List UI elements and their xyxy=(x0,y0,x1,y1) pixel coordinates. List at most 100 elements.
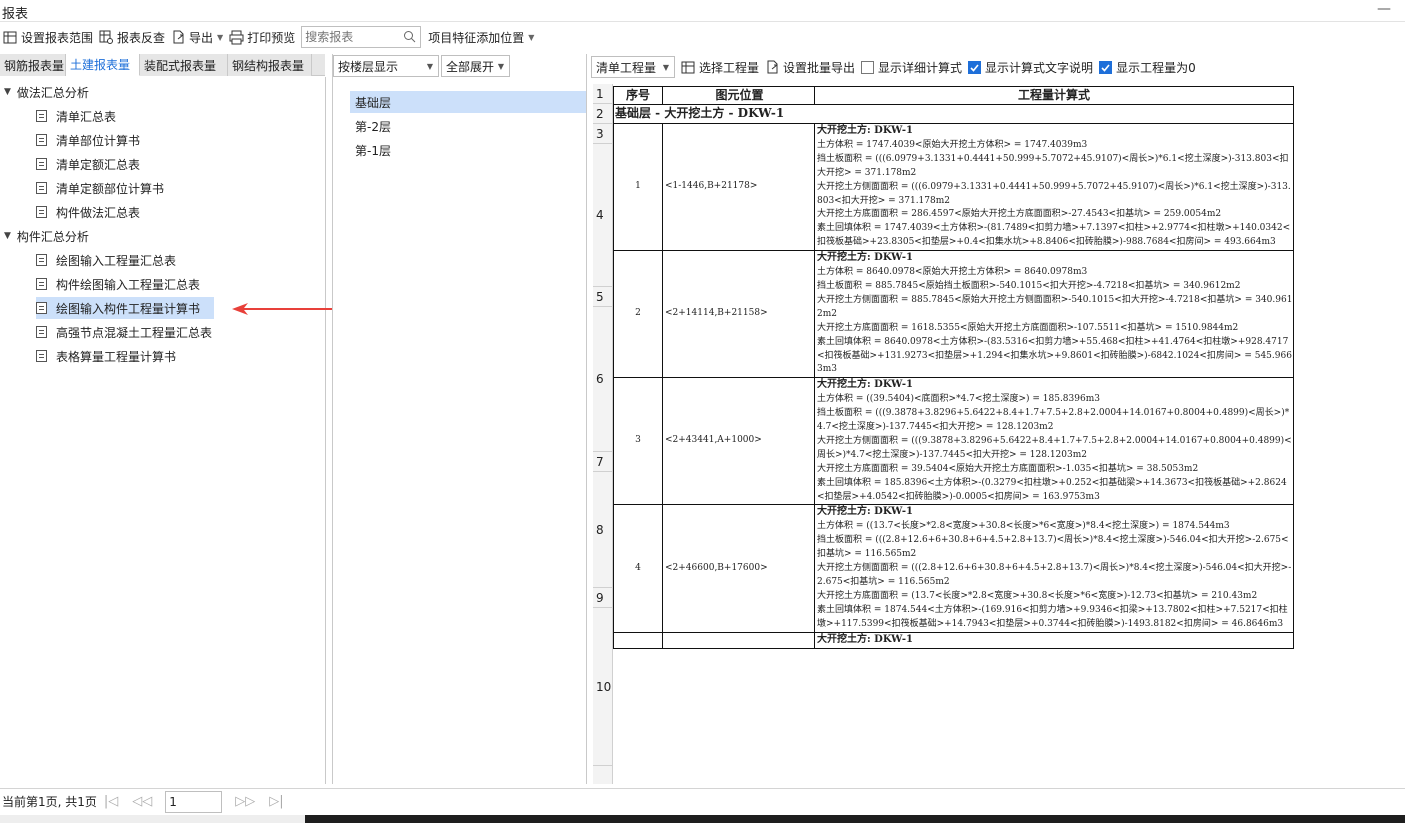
formula-title: 大开挖土方: DKW-1 xyxy=(817,125,913,136)
tree-item-label: 构件绘图输入工程量汇总表 xyxy=(56,277,201,292)
floor-item-b1[interactable]: 第-1层 xyxy=(350,139,586,161)
chevron-down-icon: ▼ xyxy=(217,32,224,42)
show-detail-checkbox[interactable]: 显示详细计算式 xyxy=(861,56,962,78)
tree-item-high-strength-node-summary[interactable]: 高强节点混凝土工程量汇总表 xyxy=(36,321,226,343)
tree-item-label: 清单定额汇总表 xyxy=(56,157,141,172)
tree-group-label: 做法汇总分析 xyxy=(16,85,89,100)
tree-item-drawing-qty-summary[interactable]: 绘图输入工程量汇总表 xyxy=(36,249,190,271)
tab-rebar-report[interactable]: 钢筋报表量 xyxy=(0,54,66,76)
chevron-down-icon: ▼ xyxy=(497,61,504,71)
row-number: 4 xyxy=(593,144,612,287)
expand-triangle-icon[interactable]: ▼ xyxy=(4,87,11,97)
search-icon[interactable] xyxy=(403,30,416,46)
cell-seq xyxy=(613,631,663,649)
document-icon xyxy=(36,350,47,362)
floor-item-b2[interactable]: 第-2层 xyxy=(350,115,586,137)
report-tree: ▼ 做法汇总分析 清单汇总表 清单部位计算书 清单定额汇总表 清单定额部位计算书… xyxy=(0,77,326,784)
formula-title: 大开挖土方: DKW-1 xyxy=(817,379,913,391)
tree-item-table-qty-calc[interactable]: 表格算量工程量计算书 xyxy=(36,345,190,367)
page-number-input[interactable]: 1 xyxy=(165,790,223,813)
formula-text: 土方体积 = 1747.4039<原始大开挖土方体积> = 1747.4039m… xyxy=(817,139,1291,248)
checkbox-unchecked[interactable] xyxy=(861,60,875,74)
row-number: 3 xyxy=(593,124,612,144)
tab-prefab-report[interactable]: 装配式报表量 xyxy=(140,54,228,76)
page-status-text: 当前第1页, 共1页 xyxy=(2,795,97,809)
report-table: 序号 图元位置 工程量计算式 基础层 - 大开挖土方 - DKW-1 1 <1-1… xyxy=(613,86,1294,649)
tree-item-label: 高强节点混凝土工程量汇总表 xyxy=(56,325,213,340)
tree-item-label: 表格算量工程量计算书 xyxy=(56,349,177,364)
column-header-position: 图元位置 xyxy=(662,86,815,105)
export-button[interactable]: 导出 ▼ xyxy=(168,25,226,49)
tab-civil-report[interactable]: 土建报表量 xyxy=(66,54,140,76)
first-page-icon[interactable]: |◁ xyxy=(104,794,118,809)
row-number: 10 xyxy=(593,608,612,766)
cell-formula: 大开挖土方: DKW-1 土方体积 = 8640.0978<原始大开挖土方体积> … xyxy=(814,250,1294,379)
print-preview-label: 打印预览 xyxy=(247,30,296,45)
last-page-icon[interactable]: ▷| xyxy=(269,794,283,809)
set-range-label: 设置报表范围 xyxy=(21,30,94,45)
table-row: 4 <2+46600,B+17600> 大开挖土方: DKW-1 土方体积 = ((1… xyxy=(613,504,1294,633)
checkbox-checked-icon[interactable] xyxy=(968,60,982,74)
report-check-label: 报表反查 xyxy=(117,30,166,45)
title-bar: 报表 — xyxy=(0,0,1405,22)
show-zero-checkbox[interactable]: 显示工程量为0 xyxy=(1099,56,1196,78)
next-page-icon[interactable]: ▷▷ xyxy=(235,794,255,809)
cell-formula: 大开挖土方: DKW-1 土方体积 = ((39.5404)<底面积>*4.7<挖… xyxy=(814,377,1294,506)
report-check-button[interactable]: 报表反查 xyxy=(96,25,168,49)
cell-position: <2+43441,A+1000> xyxy=(662,377,815,506)
report-toolbar: 清单工程量 ▼ 选择工程量 设置批量导出 显示详细计算式 显示计算式文字说明 显… xyxy=(591,54,1405,80)
prev-page-icon[interactable]: ◁◁ xyxy=(132,794,152,809)
window-title: 报表 xyxy=(2,7,29,22)
tree-item-drawing-component-calc[interactable]: 绘图输入构件工程量计算书 xyxy=(36,297,215,319)
tree-item-bill-summary[interactable]: 清单汇总表 xyxy=(36,105,130,127)
batch-export-label: 设置批量导出 xyxy=(783,60,856,75)
qty-type-dropdown[interactable]: 清单工程量 ▼ xyxy=(591,56,675,78)
formula-title: 大开挖土方: DKW-1 xyxy=(817,633,913,645)
tree-item-label: 绘图输入工程量汇总表 xyxy=(56,253,177,268)
expand-all-label: 全部展开 xyxy=(446,59,495,74)
table-row: 3 <2+43441,A+1000> 大开挖土方: DKW-1 土方体积 = ((39… xyxy=(613,377,1294,506)
document-icon xyxy=(36,206,47,218)
row-number: 8 xyxy=(593,472,612,588)
expand-triangle-icon[interactable]: ▼ xyxy=(4,231,11,241)
table-row: 1 <1-1446,B+21178> 大开挖土方: DKW-1 土方体积 = 1747… xyxy=(613,122,1294,252)
report-search-input[interactable] xyxy=(302,27,403,47)
chevron-down-icon: ▼ xyxy=(426,61,433,71)
expand-all-dropdown[interactable]: 全部展开 ▼ xyxy=(441,55,510,77)
report-search-box[interactable] xyxy=(301,26,422,48)
grid-settings-icon xyxy=(3,30,18,45)
minimize-button[interactable]: — xyxy=(1377,1,1391,17)
floor-mode-label: 按楼层显示 xyxy=(338,59,399,74)
select-qty-label: 选择工程量 xyxy=(699,60,760,75)
document-icon xyxy=(36,254,47,266)
tree-group-method-summary[interactable]: ▼ 做法汇总分析 xyxy=(4,81,89,103)
feature-position-dropdown[interactable]: 项目特征添加位置 ▼ xyxy=(425,25,537,49)
tree-item-bill-quota-part-calc[interactable]: 清单定额部位计算书 xyxy=(36,177,178,199)
row-number-gutter: 1 2 3 4 5 6 7 8 9 10 xyxy=(593,84,613,784)
print-preview-button[interactable]: 打印预览 xyxy=(226,25,298,49)
tree-item-component-drawing-qty-summary[interactable]: 构件绘图输入工程量汇总表 xyxy=(36,273,214,295)
report-view: 1 2 3 4 5 6 7 8 9 10 序号 图元位置 工程量计算式 基础层 … xyxy=(591,84,1405,784)
table-row: 大开挖土方: DKW-1 xyxy=(613,631,1294,649)
tree-group-component-summary[interactable]: ▼ 构件汇总分析 xyxy=(4,225,89,247)
formula-text: 土方体积 = ((13.7<长度>*2.8<宽度>+30.8<长度>*6<宽度>… xyxy=(817,521,1292,629)
floor-mode-dropdown[interactable]: 按楼层显示 ▼ xyxy=(333,55,439,77)
document-icon xyxy=(36,110,47,122)
floor-item-foundation[interactable]: 基础层 xyxy=(350,91,586,113)
tab-steel-report[interactable]: 钢结构报表量 xyxy=(228,54,312,76)
formula-title: 大开挖土方: DKW-1 xyxy=(817,252,913,264)
formula-text: 土方体积 = 8640.0978<原始大开挖土方体积> = 8640.0978m… xyxy=(817,267,1293,375)
tree-item-bill-quota-summary[interactable]: 清单定额汇总表 xyxy=(36,153,154,175)
formula-text: 土方体积 = ((39.5404)<底面积>*4.7<挖土深度>) = 185.… xyxy=(817,394,1292,502)
select-qty-button[interactable]: 选择工程量 xyxy=(681,56,759,78)
cell-seq: 1 xyxy=(613,122,663,252)
cell-seq: 2 xyxy=(613,250,663,379)
tree-item-label: 绘图输入构件工程量计算书 xyxy=(56,301,201,316)
show-text-checkbox[interactable]: 显示计算式文字说明 xyxy=(968,56,1093,78)
checkbox-checked-icon[interactable] xyxy=(1099,60,1113,74)
tree-item-component-method-summary[interactable]: 构件做法汇总表 xyxy=(36,201,154,223)
tree-item-bill-part-calc[interactable]: 清单部位计算书 xyxy=(36,129,154,151)
batch-export-button[interactable]: 设置批量导出 xyxy=(765,56,855,78)
column-header-seq: 序号 xyxy=(613,86,663,105)
set-range-button[interactable]: 设置报表范围 xyxy=(0,25,96,49)
